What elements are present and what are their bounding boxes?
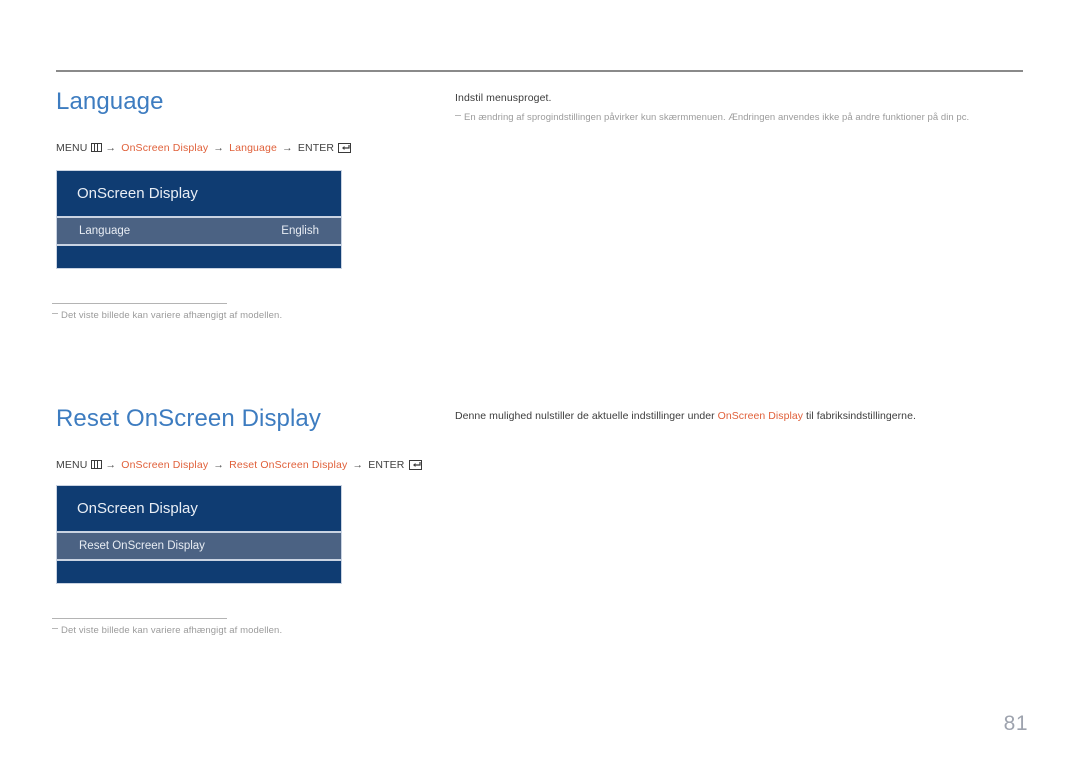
description-line-post: til fabriksindstillingerne.	[803, 410, 916, 422]
page-number: 81	[1003, 712, 1028, 735]
breadcrumb-path-onscreen-display[interactable]: OnScreen Display	[121, 459, 208, 471]
osd-row-label: Reset OnScreen Display	[79, 540, 205, 552]
note-divider	[52, 303, 227, 304]
note-text: Det viste billede kan variere afhængigt …	[52, 625, 282, 636]
osd-row-empty	[57, 561, 341, 583]
breadcrumb-enter-label: ENTER	[297, 142, 335, 154]
breadcrumb-path-reset-onscreen-display[interactable]: Reset OnScreen Display	[229, 459, 347, 471]
breadcrumb-path-language[interactable]: Language	[229, 142, 277, 154]
menu-bars-icon	[90, 143, 102, 152]
osd-panel-language: OnScreen Display Language English	[56, 170, 342, 269]
page-title: Reset OnScreen Display	[56, 405, 321, 432]
note-dash-icon	[52, 313, 58, 314]
description-note: En ændring af sprogindstillingen påvirke…	[455, 112, 1035, 123]
page-top-divider	[56, 70, 1023, 72]
breadcrumb: MENU → OnScreen Display → Reset OnScreen …	[56, 459, 422, 471]
description-note-label: En ændring af sprogindstillingen påvirke…	[464, 112, 970, 123]
osd-row-language[interactable]: Language English	[57, 218, 341, 244]
note-block: Det viste billede kan variere afhængigt …	[52, 618, 282, 636]
osd-row-label: Language	[79, 225, 131, 237]
breadcrumb: MENU → OnScreen Display → Language → ENTE…	[56, 142, 352, 154]
osd-panel-title: OnScreen Display	[57, 171, 341, 216]
osd-row-value: English	[281, 225, 319, 237]
enter-return-icon	[408, 459, 422, 470]
description-line-pre: Denne mulighed nulstiller de aktuelle in…	[455, 410, 718, 422]
note-block: Det viste billede kan variere afhængigt …	[52, 303, 282, 321]
osd-row-reset-onscreen-display[interactable]: Reset OnScreen Display	[57, 533, 341, 559]
menu-bars-icon	[90, 460, 102, 469]
note-dash-icon	[52, 628, 58, 629]
breadcrumb-arrow-3: →	[352, 459, 364, 471]
description-language: Indstil menusproget. En ændring af sprog…	[455, 92, 1035, 123]
enter-return-icon	[338, 142, 352, 153]
osd-panel-reset: OnScreen Display Reset OnScreen Display	[56, 485, 342, 584]
manual-page: Language MENU → OnScreen Display → Langua…	[0, 0, 1080, 763]
breadcrumb-arrow-1: →	[105, 142, 117, 154]
description-line-highlight: OnScreen Display	[717, 410, 804, 422]
note-divider	[52, 618, 227, 619]
breadcrumb-menu-label: MENU	[56, 142, 88, 154]
note-label: Det viste billede kan variere afhængigt …	[61, 625, 283, 636]
description-title: Indstil menusproget.	[455, 92, 552, 104]
page-title: Language	[56, 88, 164, 115]
note-text: Det viste billede kan variere afhængigt …	[52, 310, 282, 321]
description-line: Denne mulighed nulstiller de aktuelle in…	[455, 410, 1035, 422]
osd-panel-title: OnScreen Display	[57, 486, 341, 531]
breadcrumb-arrow-3: →	[282, 142, 293, 154]
breadcrumb-path-onscreen-display[interactable]: OnScreen Display	[121, 142, 208, 154]
breadcrumb-arrow-2: →	[213, 142, 225, 154]
description-note-dash-icon	[455, 115, 461, 116]
breadcrumb-menu-label: MENU	[56, 459, 88, 471]
note-label: Det viste billede kan variere afhængigt …	[61, 310, 283, 321]
breadcrumb-arrow-2: →	[213, 459, 225, 471]
breadcrumb-enter-label: ENTER	[368, 459, 405, 471]
description-reset: Denne mulighed nulstiller de aktuelle in…	[455, 410, 1035, 422]
osd-row-empty	[57, 246, 341, 268]
breadcrumb-arrow-1: →	[105, 459, 117, 471]
